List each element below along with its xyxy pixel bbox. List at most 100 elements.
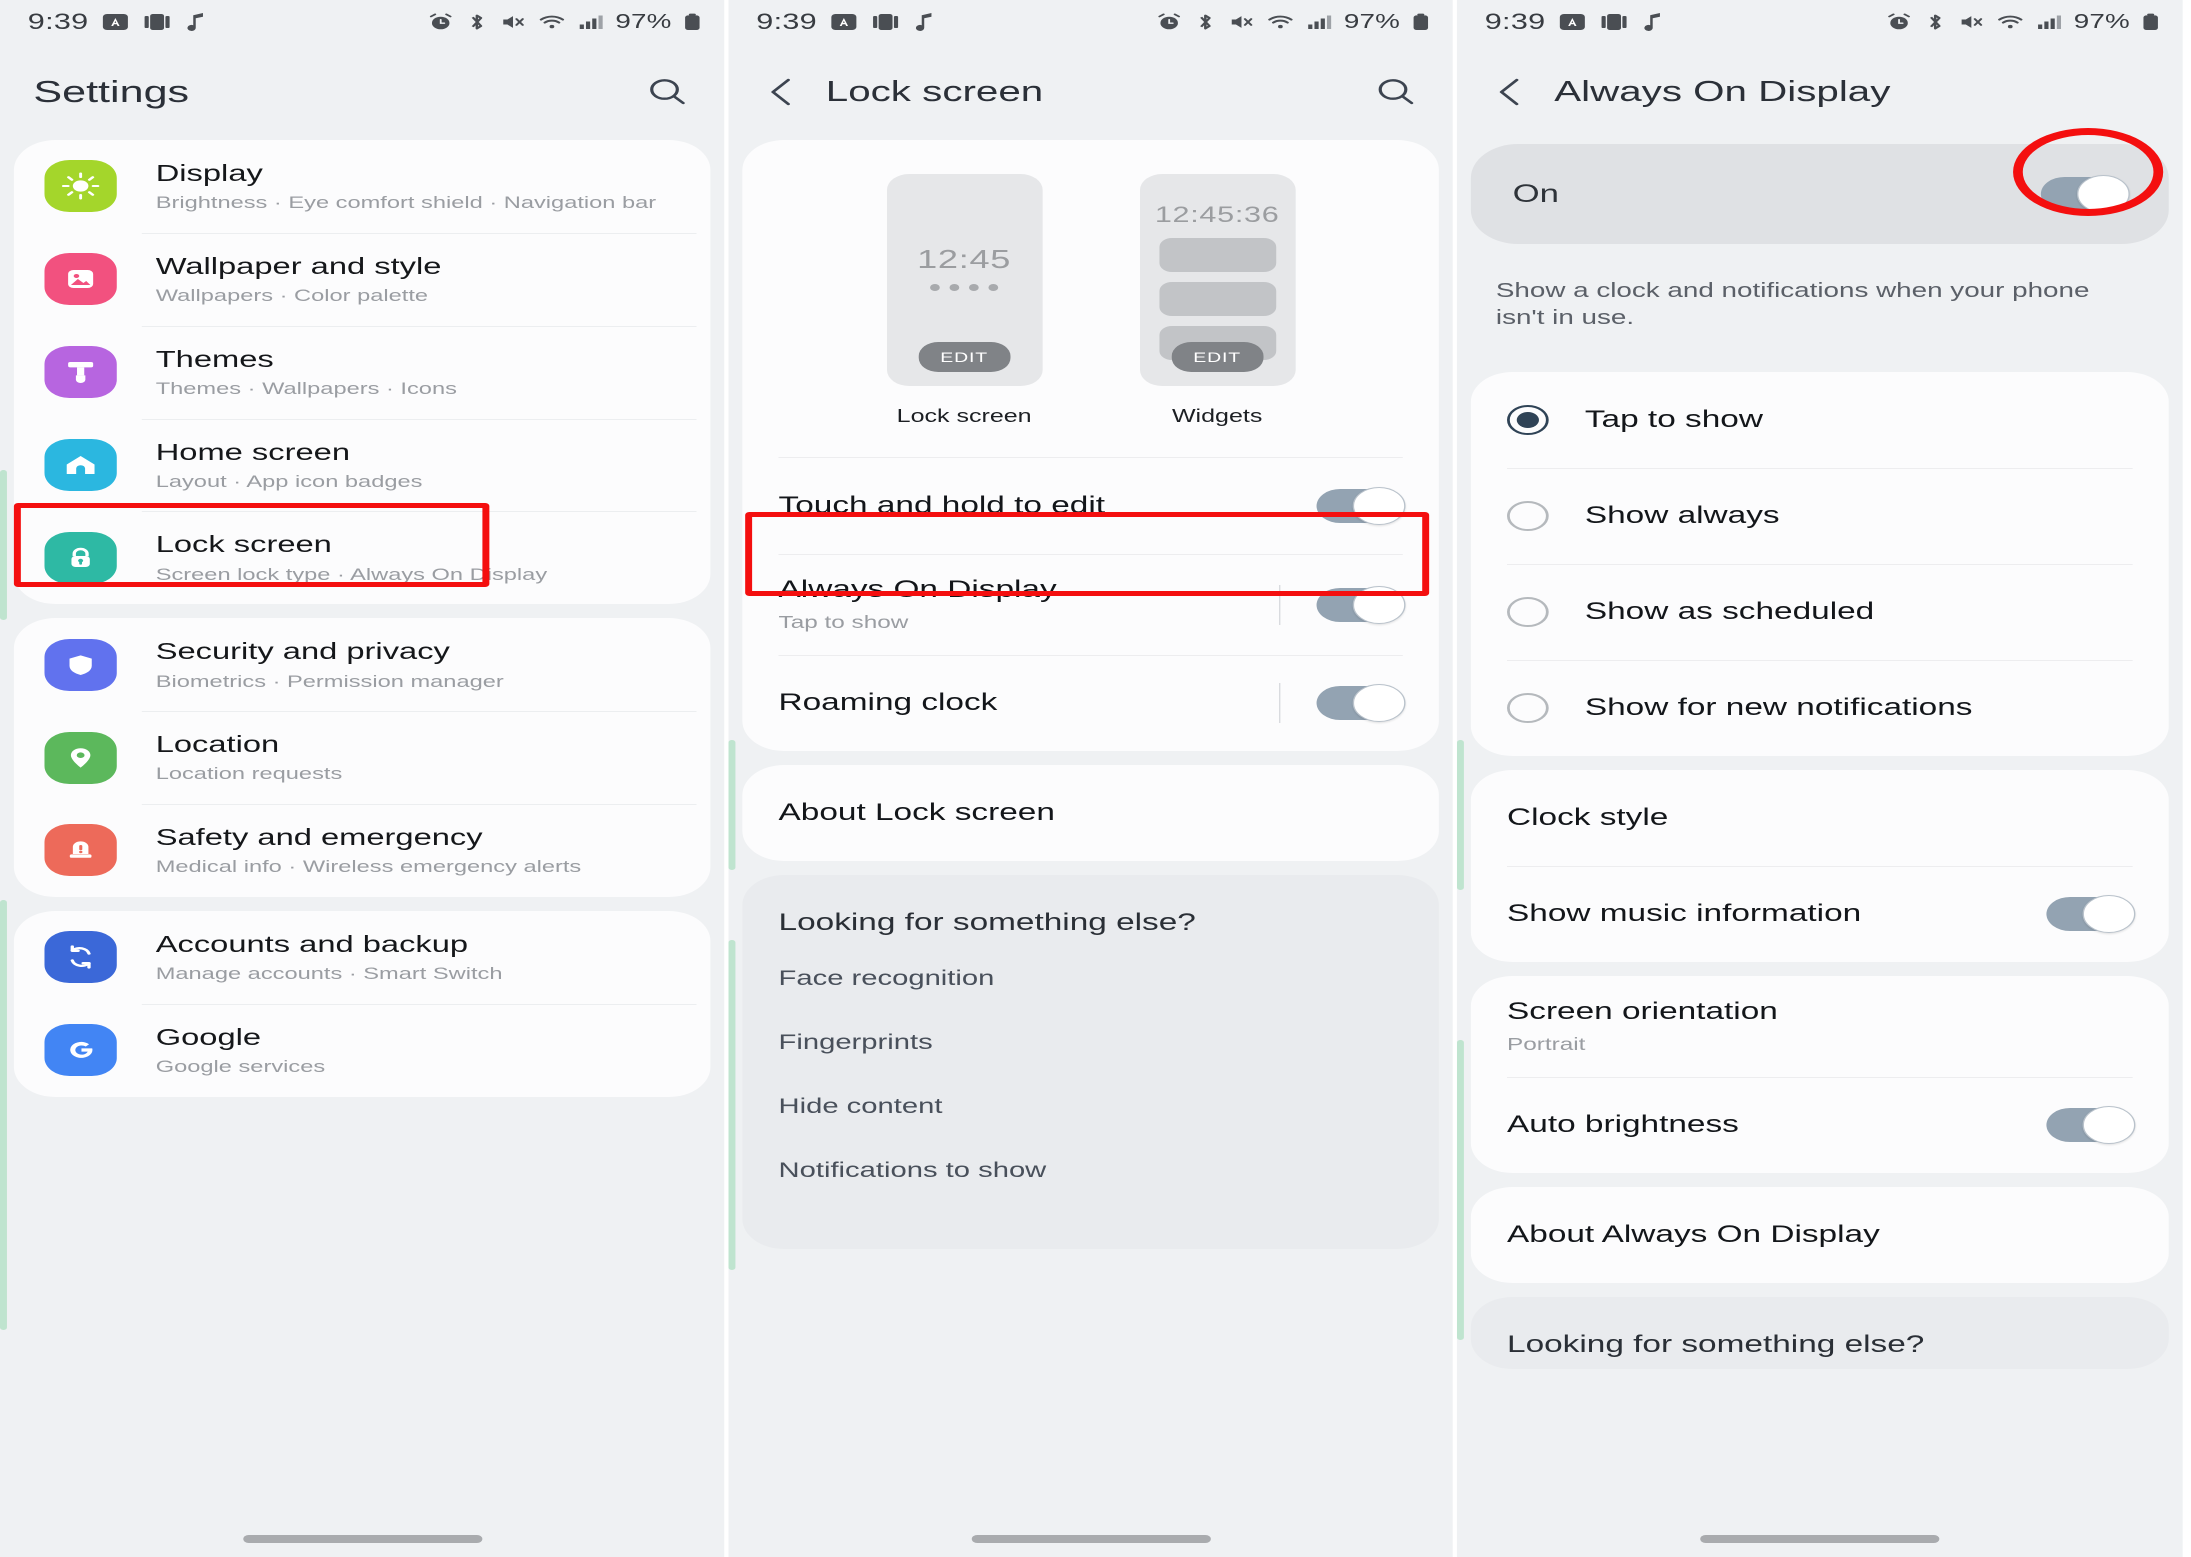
option-text: Show as scheduled — [1585, 598, 2133, 626]
scroll-edge-glow — [0, 470, 7, 620]
toggle-touch-and-hold-to-edit[interactable] — [1316, 487, 1406, 525]
row-screen-orientation[interactable]: Screen orientation Portrait — [1471, 976, 2169, 1077]
preview-clock: 12:45:36 — [1154, 202, 1280, 227]
three-panel-screenshot: 9:39 97% Settings Display Brightness · E… — [0, 0, 2191, 1557]
sidebar-item-themes[interactable]: Themes Themes · Wallpapers · Icons — [14, 325, 711, 419]
row-about-always-on-display[interactable]: About Always On Display — [1471, 1187, 2169, 1283]
option-text: Tap to show — [1585, 406, 2133, 434]
page-title: Settings — [33, 74, 190, 109]
sidebar-item-text: Google Google services — [156, 1024, 325, 1077]
toggle-wrap — [1278, 584, 1406, 625]
search-icon[interactable] — [644, 75, 691, 109]
search-icon[interactable] — [1372, 75, 1419, 109]
aod-master-switch-row[interactable]: On — [1470, 144, 2169, 244]
preview-widgets[interactable]: 12:45:36 EDIT Widgets — [1139, 174, 1295, 427]
aod-display-card: Screen orientation Portrait Auto brightn… — [1470, 976, 2169, 1173]
sidebar-item-display[interactable]: Display Brightness · Eye comfort shield … — [14, 140, 711, 233]
toggle-always-on-display[interactable] — [1316, 585, 1406, 624]
row-about-lock-screen[interactable]: About Lock screen — [742, 765, 1439, 861]
option-show-always[interactable]: Show always — [1471, 468, 2169, 564]
image-icon — [44, 253, 117, 306]
link-fingerprints[interactable]: Fingerprints — [742, 1011, 1439, 1075]
signal-icon — [2035, 12, 2063, 32]
toggle-roaming-clock[interactable] — [1316, 684, 1406, 722]
sidebar-item-text: Home screen Layout · App icon badges — [156, 439, 423, 492]
preview-lock-screen[interactable]: 12:45 EDIT Lock screen — [886, 174, 1042, 427]
status-bar-right: 97% — [426, 11, 702, 34]
sidebar-item-home-screen[interactable]: Home screen Layout · App icon badges — [14, 418, 711, 512]
about-aod-card: About Always On Display — [1470, 1187, 2169, 1283]
toggle-always-on-display-master[interactable] — [2040, 175, 2130, 213]
aod-master-label: On — [1512, 179, 1559, 208]
radio-selected-icon[interactable] — [1507, 405, 1549, 435]
sidebar-item-sub: Wallpapers · Color palette — [155, 286, 429, 306]
chevron-left-icon[interactable] — [762, 75, 804, 109]
status-bar-left: 9:39 — [28, 9, 207, 35]
battery-percent: 97% — [1343, 10, 1400, 33]
row-text: Roaming clock — [779, 689, 1279, 717]
option-show-for-new-notifications[interactable]: Show for new notifications — [1471, 660, 2169, 756]
sidebar-item-lock-screen[interactable]: Lock screen Screen lock type · Always On… — [14, 511, 711, 604]
link-hide-content[interactable]: Hide content — [742, 1075, 1439, 1139]
android-auto-icon — [1558, 12, 1586, 32]
sidebar-item-text: Wallpaper and style Wallpapers · Color p… — [156, 253, 442, 306]
aod-header: Always On Display — [1457, 44, 2183, 140]
row-auto-brightness[interactable]: Auto brightness — [1471, 1077, 2169, 1173]
row-label: Always On Display — [778, 576, 1057, 603]
sidebar-item-location[interactable]: Location Location requests — [14, 711, 711, 804]
sidebar-item-accounts-and-backup[interactable]: Accounts and backup Manage accounts · Sm… — [14, 911, 711, 1004]
status-bar-lock-screen: 9:39 97% — [728, 0, 1452, 44]
row-always-on-display[interactable]: Always On Display Tap to show — [742, 554, 1439, 655]
row-show-music-information[interactable]: Show music information — [1471, 866, 2169, 962]
sidebar-item-text: Location Location requests — [156, 731, 343, 784]
sidebar-item-google[interactable]: Google Google services — [14, 1003, 711, 1097]
option-label: Show as scheduled — [1584, 598, 1875, 625]
toggle-show-music-information[interactable] — [2046, 895, 2136, 933]
option-label: Show for new notifications — [1584, 694, 1973, 721]
wifi-icon — [1996, 12, 2024, 32]
edit-button[interactable]: EDIT — [1171, 342, 1264, 372]
sidebar-item-safety-and-emergency[interactable]: Safety and emergency Medical info · Wire… — [14, 804, 711, 897]
row-label: Show music information — [1507, 900, 1862, 927]
sidebar-item-wallpaper-and-style[interactable]: Wallpaper and style Wallpapers · Color p… — [14, 232, 711, 326]
status-time: 9:39 — [27, 9, 89, 34]
row-touch-and-hold-to-edit[interactable]: Touch and hold to edit — [742, 458, 1439, 554]
sidebar-item-sub: Screen lock type · Always On Display — [155, 564, 548, 584]
row-label: Touch and hold to edit — [778, 492, 1106, 519]
about-lock-screen-card: About Lock screen — [742, 765, 1439, 861]
link-face-recognition[interactable]: Face recognition — [742, 947, 1439, 1011]
settings-scroll[interactable]: Display Brightness · Eye comfort shield … — [0, 140, 724, 1557]
chevron-left-icon[interactable] — [1490, 75, 1532, 109]
sidebar-item-title: Safety and emergency — [155, 824, 483, 851]
option-tap-to-show[interactable]: Tap to show — [1471, 372, 2169, 468]
section-heading: Looking for something else? — [778, 909, 1196, 936]
screen-record-icon — [141, 12, 172, 32]
scroll-edge-glow-2 — [0, 900, 7, 1330]
widget-placeholder — [1158, 282, 1276, 316]
status-bar-left: 9:39 — [756, 9, 935, 35]
toggle-auto-brightness[interactable] — [2046, 1106, 2136, 1144]
row-roaming-clock[interactable]: Roaming clock — [742, 655, 1439, 751]
link-notifications-to-show[interactable]: Notifications to show — [742, 1139, 1439, 1203]
sidebar-item-security-and-privacy[interactable]: Security and privacy Biometrics · Permis… — [14, 618, 711, 711]
section-heading: Looking for something else? — [1507, 1331, 1925, 1358]
status-bar-left: 9:39 — [1485, 9, 1664, 35]
siren-icon — [44, 824, 117, 877]
radio-icon[interactable] — [1507, 597, 1549, 627]
radio-icon[interactable] — [1507, 693, 1549, 723]
row-sub: Tap to show — [778, 612, 909, 632]
row-clock-style[interactable]: Clock style — [1471, 770, 2169, 866]
lock-screen-scroll[interactable]: 12:45 EDIT Lock screen 12:45:36 EDIT Wid… — [728, 140, 1452, 1557]
sidebar-item-sub: Layout · App icon badges — [155, 471, 423, 491]
option-show-as-scheduled[interactable]: Show as scheduled — [1471, 564, 2169, 660]
row-text: Touch and hold to edit — [779, 492, 1317, 520]
aod-scroll[interactable]: On Show a clock and notifications when y… — [1456, 140, 2183, 1557]
preview-pin-dots — [930, 283, 999, 291]
status-time: 9:39 — [756, 9, 817, 34]
radio-icon[interactable] — [1507, 501, 1549, 531]
battery-icon — [683, 12, 702, 32]
edit-button[interactable]: EDIT — [918, 342, 1011, 372]
toggle-wrap — [1278, 683, 1406, 723]
shield-icon — [44, 638, 117, 691]
divider-vertical — [1278, 683, 1281, 723]
